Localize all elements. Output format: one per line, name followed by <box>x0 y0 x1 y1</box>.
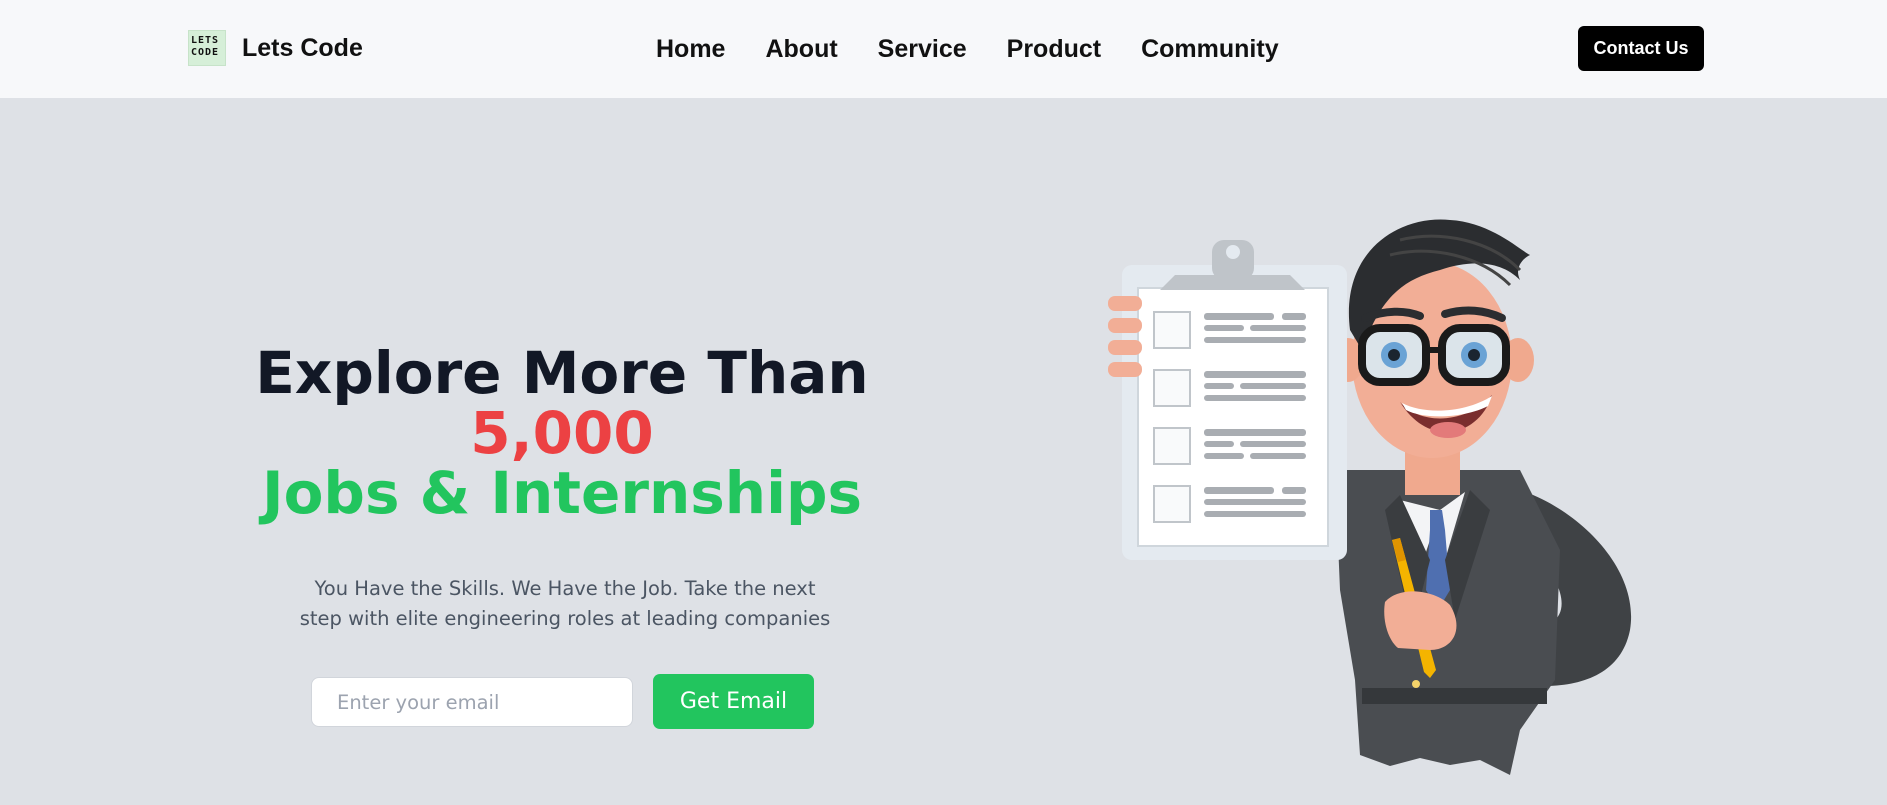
logo-text-line2: CODE <box>191 47 220 58</box>
brand[interactable]: LETS CODE Lets Code <box>188 30 363 66</box>
main-nav: Home About Service Product Community <box>656 31 1279 67</box>
nav-home[interactable]: Home <box>656 35 725 64</box>
nav-about[interactable]: About <box>765 35 837 64</box>
get-email-button[interactable]: Get Email <box>653 674 814 729</box>
email-input[interactable] <box>311 677 633 727</box>
hero-title-highlight: 5,000 <box>470 399 654 467</box>
hero-title-line1: Explore More Than <box>255 339 869 407</box>
hero-subtitle: You Have the Skills. We Have the Job. Ta… <box>260 574 870 634</box>
nav-service[interactable]: Service <box>878 35 967 64</box>
hero-title: Explore More Than 5,000 Jobs & Internshi… <box>200 343 924 523</box>
navbar: LETS CODE Lets Code Home About Service P… <box>0 0 1887 98</box>
hero-subtitle-line1: You Have the Skills. We Have the Job. Ta… <box>314 577 816 600</box>
lets-code-logo-icon: LETS CODE <box>188 30 226 66</box>
hero-subtitle-line2: step with elite engineering roles at lea… <box>299 607 831 630</box>
contact-us-button[interactable]: Contact Us <box>1578 26 1704 71</box>
hero-title-line3: Jobs & Internships <box>262 459 862 527</box>
nav-product[interactable]: Product <box>1007 35 1101 64</box>
businessman-with-clipboard-icon <box>1108 219 1632 775</box>
logo-text-line1: LETS <box>191 35 220 46</box>
brand-name: Lets Code <box>242 33 363 62</box>
nav-community[interactable]: Community <box>1141 35 1279 64</box>
